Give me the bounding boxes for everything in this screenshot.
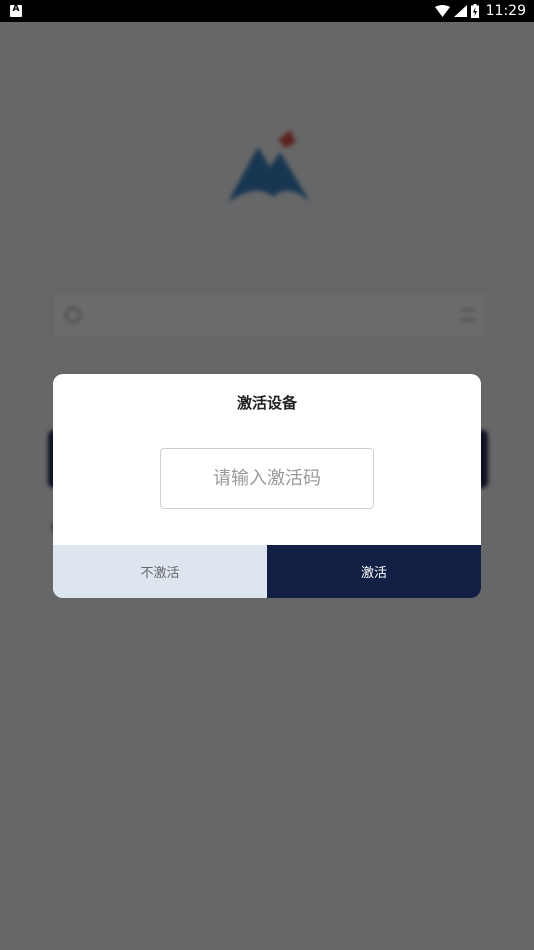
dialog-button-row: 不激活 激活 xyxy=(53,545,481,598)
do-not-activate-label: 不激活 xyxy=(140,566,180,581)
status-bar: A 11:29 xyxy=(0,0,534,22)
android-notification-icon: A xyxy=(10,4,22,17)
activate-button[interactable]: 激活 xyxy=(267,545,481,598)
status-time: 11:29 xyxy=(485,3,526,19)
battery-charging-icon xyxy=(470,4,479,18)
wifi-icon xyxy=(434,5,450,17)
activate-device-dialog: 激活设备 不激活 激活 xyxy=(53,374,481,598)
dialog-title: 激活设备 xyxy=(236,394,297,412)
activate-label: 激活 xyxy=(360,566,387,581)
do-not-activate-button[interactable]: 不激活 xyxy=(53,545,267,598)
activation-code-input[interactable] xyxy=(160,448,374,509)
status-icons: 11:29 xyxy=(434,0,526,22)
cellular-signal-icon xyxy=(453,5,467,17)
